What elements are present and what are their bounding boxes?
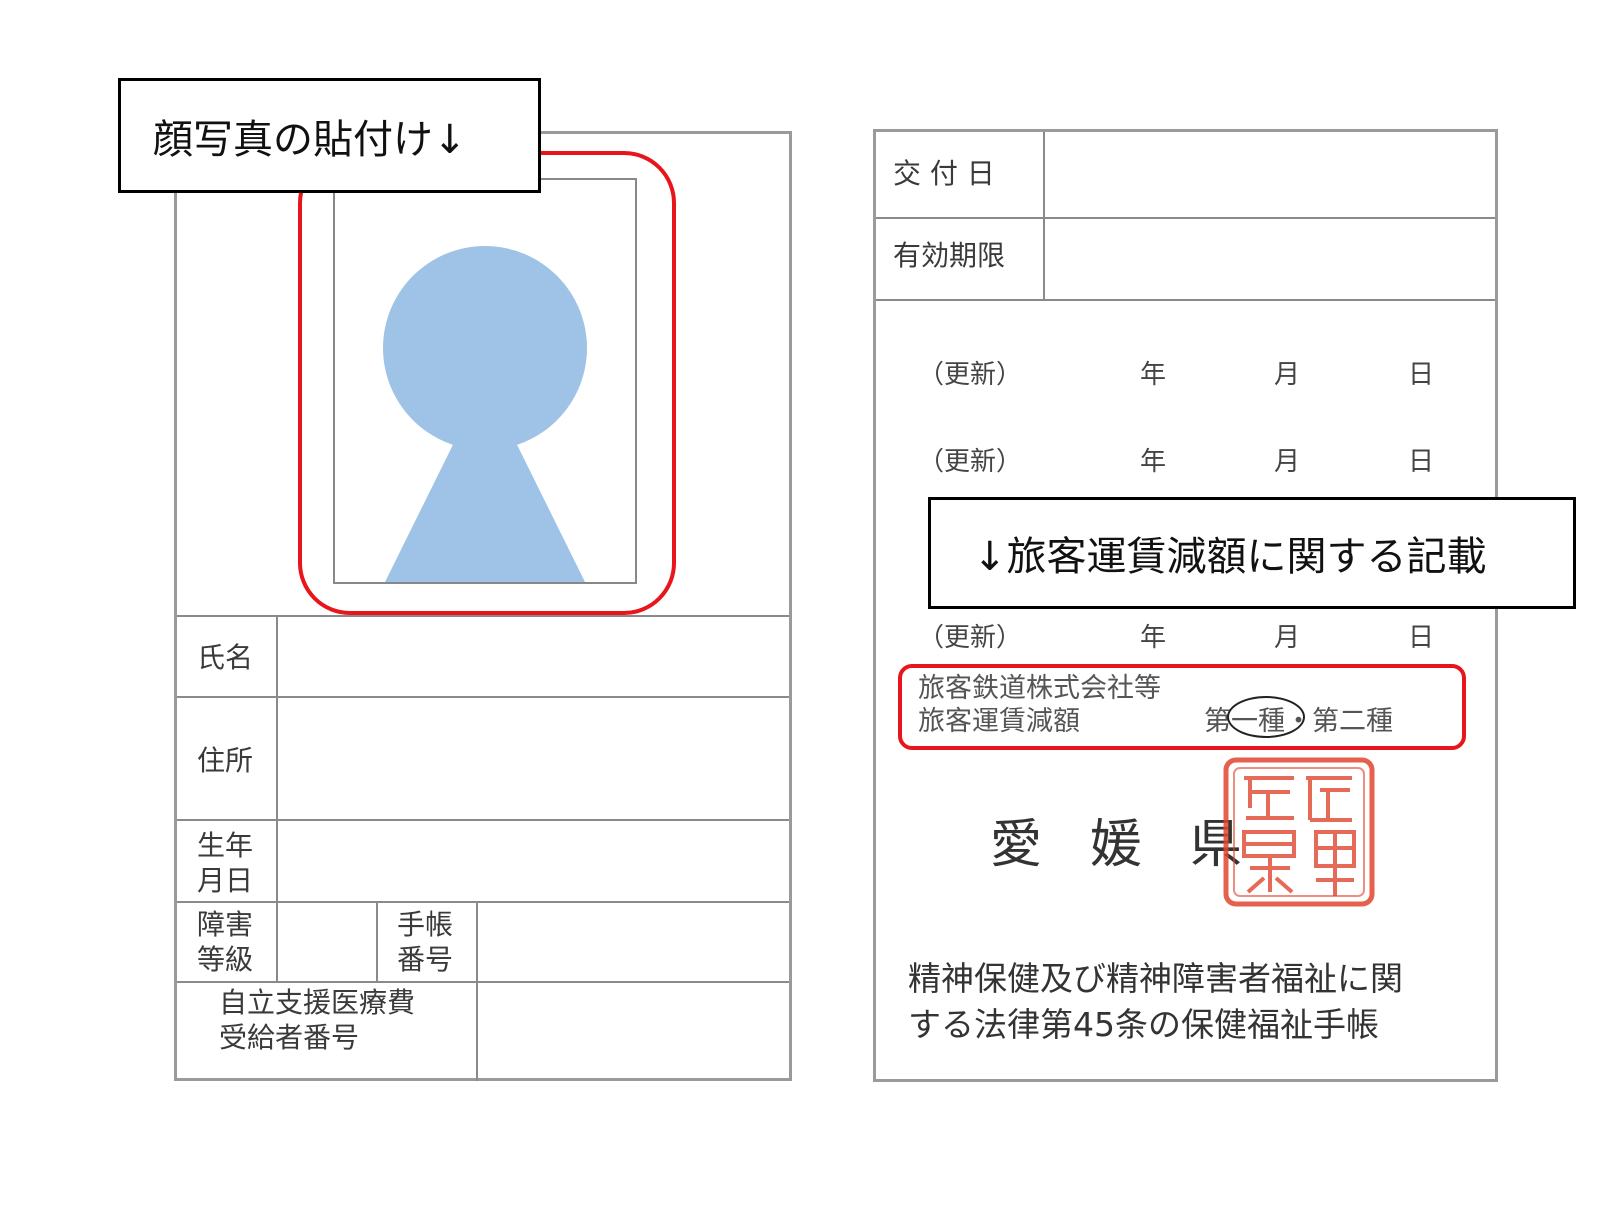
book-number-label-line2: 番号 <box>397 943 454 976</box>
divider <box>376 901 378 981</box>
renewal-day: 日 <box>1408 447 1435 477</box>
divider <box>177 819 789 821</box>
photo-callout: 顔写真の貼付け↓ <box>118 78 541 193</box>
grade-label-line2: 等級 <box>197 943 254 976</box>
fare-callout-text: ↓旅客運賃減額に関する記載 <box>973 534 1487 580</box>
renewal-label: （更新） <box>918 447 1023 477</box>
legal-text-line1: 精神保健及び精神障害者福祉に関 <box>908 959 1403 998</box>
divider <box>177 615 789 617</box>
prefectural-seal-stamp <box>1223 757 1375 907</box>
issue-date-label: 交 付 日 <box>893 157 995 190</box>
renewal-day: 日 <box>1408 623 1435 653</box>
fare-highlight-frame <box>898 664 1466 750</box>
renewal-month: 月 <box>1274 623 1301 653</box>
renewal-month: 月 <box>1274 447 1301 477</box>
divider <box>1043 132 1045 299</box>
birth-label-line2: 月日 <box>197 864 254 897</box>
renewal-year: 年 <box>1140 360 1167 390</box>
name-label: 氏名 <box>197 641 254 674</box>
validity-label: 有効期限 <box>893 239 1006 272</box>
legal-text-line2: する法律第45条の保健福祉手帳 <box>908 1005 1379 1044</box>
birth-label-line1: 生年 <box>197 829 254 862</box>
address-label: 住所 <box>197 744 254 777</box>
photo-highlight-frame <box>298 151 676 615</box>
divider <box>177 901 789 903</box>
divider <box>876 299 1495 301</box>
medical-label-line1: 自立支援医療費 <box>219 986 416 1019</box>
renewal-year: 年 <box>1140 623 1167 653</box>
divider <box>876 217 1495 219</box>
divider <box>276 615 278 981</box>
renewal-day: 日 <box>1408 360 1435 390</box>
book-number-label-line1: 手帳 <box>397 908 454 941</box>
fare-callout: ↓旅客運賃減額に関する記載 <box>928 497 1576 609</box>
divider <box>476 901 478 1081</box>
medical-label-line2: 受給者番号 <box>219 1021 360 1054</box>
renewal-label: （更新） <box>918 360 1023 390</box>
grade-label-line1: 障害 <box>197 908 254 941</box>
divider <box>177 981 789 983</box>
photo-callout-text: 顔写真の貼付け↓ <box>153 116 467 163</box>
renewal-label: （更新） <box>918 623 1023 653</box>
renewal-month: 月 <box>1274 360 1301 390</box>
renewal-year: 年 <box>1140 447 1167 477</box>
divider <box>177 696 789 698</box>
